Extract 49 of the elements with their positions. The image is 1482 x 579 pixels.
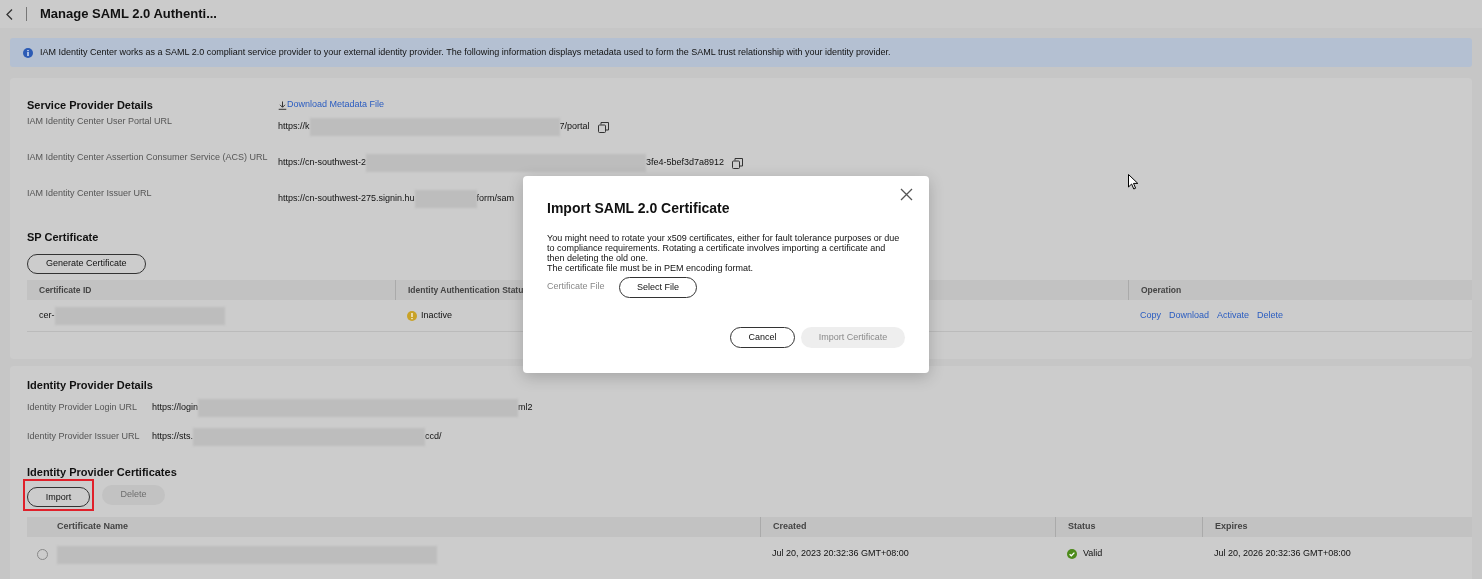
- back-icon[interactable]: [6, 8, 13, 20]
- copy-icon[interactable]: [597, 121, 609, 133]
- operation-link[interactable]: Activate: [1217, 308, 1250, 323]
- table-cell-text: Jul 20, 2023 20:32:36 GMT+08:00: [771, 547, 910, 561]
- info-icon: [23, 47, 33, 58]
- url-text: ml2: [518, 401, 533, 415]
- operation-link[interactable]: Download: [1169, 308, 1210, 323]
- copy-icon[interactable]: [732, 157, 744, 169]
- url-text: https://cn-southwest-275.signin.hu: [278, 192, 415, 206]
- column-header: Operation: [1141, 283, 1182, 297]
- url-text: https://k: [278, 120, 310, 134]
- dialog-text: The certificate file must be in PEM encoding format.: [547, 263, 755, 273]
- url-text: 3fe4-5bef3d7a8912: [646, 156, 725, 170]
- download-icon: [278, 100, 287, 110]
- column-header: Status: [1068, 520, 1096, 534]
- close-icon[interactable]: [900, 188, 913, 201]
- field-label: Identity Provider Login URL: [27, 401, 139, 415]
- column-header: Expires: [1215, 520, 1248, 534]
- info-text: IAM Identity Center works as a SAML 2.0 compliant service provider to your external identity provider. The following information displays metadata used to form the SAML trust relationship with your identity provider.: [40, 45, 891, 59]
- url-text: https://sts.: [152, 430, 193, 444]
- operation-link[interactable]: Copy: [1140, 308, 1161, 323]
- field-label: Certificate File: [547, 280, 606, 293]
- field-label: IAM Identity Center Issuer URL: [27, 187, 153, 200]
- column-header: Certificate Name: [57, 520, 129, 534]
- pointer-cursor-icon: [1128, 174, 1139, 190]
- url-text: https://cn-southwest-2: [278, 156, 367, 170]
- page-title: Manage SAML 2.0 Authenti...: [40, 5, 217, 24]
- url-text: ccd/: [425, 430, 442, 444]
- operation-link[interactable]: Delete: [1257, 308, 1284, 323]
- column-header: Identity Authentication Statu: [408, 283, 524, 297]
- section-title: SP Certificate: [27, 231, 99, 243]
- field-label: IAM Identity Center Assertion Consumer Service (ACS) URL: [27, 151, 269, 164]
- dialog-title: Import SAML 2.0 Certificate: [547, 199, 731, 218]
- url-text: 7/portal: [559, 120, 590, 134]
- status-text: Inactive: [421, 308, 453, 322]
- status-text: Valid: [1083, 547, 1103, 561]
- download-link[interactable]: Download Metadata File: [278, 98, 385, 112]
- field-label: Identity Provider Issuer URL: [27, 430, 141, 444]
- section-title: Identity Provider Certificates: [27, 464, 178, 480]
- dialog-text: You might need to rotate your x509 certificates, either for fault tolerance purposes or due to compliance requirements. Rotating a certificate involves importing a certificate and then deleting the old one.: [547, 233, 901, 263]
- section-title: Service Provider Details: [27, 97, 154, 113]
- section-title: Identity Provider Details: [27, 378, 154, 393]
- table-cell-text: cer-: [39, 308, 55, 322]
- table-cell-text: Jul 20, 2026 20:32:36 GMT+08:00: [1213, 547, 1352, 561]
- field-label: IAM Identity Center User Portal URL: [27, 115, 174, 128]
- column-header: Created: [773, 520, 807, 534]
- url-text: https://login: [152, 401, 199, 415]
- column-header: Certificate ID: [39, 283, 92, 297]
- url-text: form/sam: [476, 192, 515, 206]
